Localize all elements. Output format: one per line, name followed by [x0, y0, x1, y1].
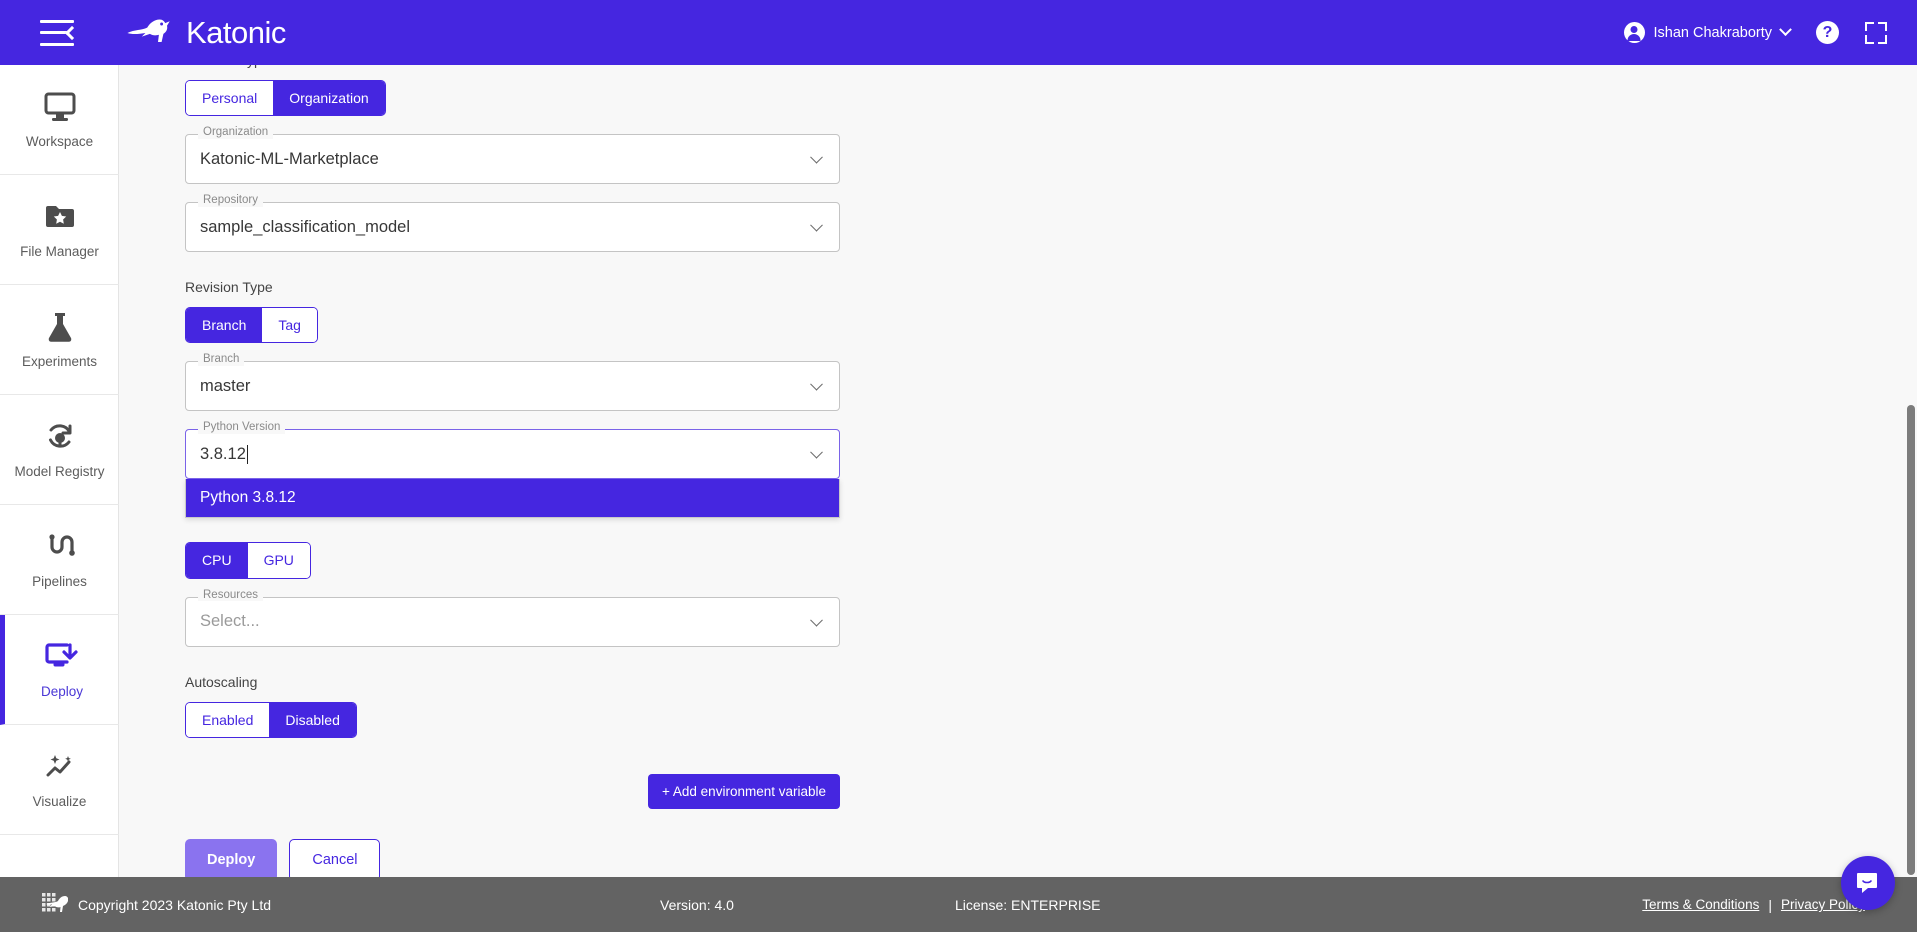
autoscaling-toggle[interactable]: Enabled Disabled — [185, 701, 357, 738]
chat-bubble-button[interactable] — [1841, 856, 1895, 910]
user-name: Ishan Chakraborty — [1653, 24, 1772, 41]
sidebar-item-label: Workspace — [25, 134, 94, 149]
sidebar-item-visualize[interactable]: Visualize — [0, 725, 119, 835]
katonic-footer-logo-icon — [42, 892, 68, 912]
sidebar-item-model-registry[interactable]: Model Registry — [0, 395, 119, 505]
chevron-down-icon — [1779, 23, 1792, 37]
organization-label: Organization — [198, 127, 274, 139]
kangaroo-logo-icon — [127, 19, 170, 42]
pipeline-icon — [45, 530, 75, 564]
repository-select[interactable]: Repository sample_classification_model — [185, 195, 840, 253]
account-type-option-personal[interactable]: Personal — [186, 81, 274, 116]
resources-label: Resources — [198, 589, 263, 602]
footer-copyright-text: Copyright 2023 Katonic Pty Ltd — [78, 896, 272, 913]
organization-select[interactable]: Organization Katonic-ML-Marketplace — [185, 127, 840, 185]
deploy-form: Account Type Personal Organization Organ… — [185, 65, 985, 877]
app-footer: Copyright 2023 Katonic Pty Ltd Version: … — [0, 877, 1917, 932]
brand-name: Katonic — [186, 14, 286, 50]
deploy-form-panel: Account Type Personal Organization Organ… — [119, 65, 1917, 877]
branch-select[interactable]: Branch master — [185, 354, 840, 412]
sidebar-item-label: Visualize — [32, 794, 87, 809]
cancel-button[interactable]: Cancel — [289, 838, 381, 877]
footer-links: Terms & Conditions | Privacy Policy — [1642, 897, 1865, 913]
revision-type-option-branch[interactable]: Branch — [186, 308, 263, 343]
chevron-down-icon — [810, 378, 823, 391]
python-version-label: Python Version — [198, 422, 286, 434]
branch-value: master — [200, 376, 251, 395]
app-header: Katonic Ishan Chakraborty ? — [0, 0, 1917, 65]
brand-logo-link[interactable]: Katonic — [122, 15, 286, 51]
footer-copyright-block: Copyright 2023 Katonic Pty Ltd — [42, 892, 271, 918]
python-version-dropdown: Python 3.8.12 — [185, 479, 840, 519]
compute-type-toggle[interactable]: CPU GPU — [185, 542, 311, 579]
vertical-scrollbar[interactable] — [1903, 65, 1917, 877]
text-caret — [246, 445, 248, 465]
sidebar-item-deploy[interactable]: Deploy — [0, 615, 119, 725]
python-version-input[interactable]: Python Version 3.8.12 — [185, 422, 840, 480]
sidebar-item-label: Experiments — [21, 354, 98, 369]
folder-star-icon — [44, 200, 76, 234]
revision-type-option-tag[interactable]: Tag — [262, 308, 317, 343]
account-type-option-organization[interactable]: Organization — [273, 81, 385, 116]
chevron-down-icon — [810, 613, 823, 627]
resources-select[interactable]: Resources Select... — [185, 589, 840, 647]
chat-bubble-icon — [1857, 873, 1877, 893]
account-type-toggle[interactable]: Personal Organization — [185, 80, 386, 117]
sidebar-item-label: File Manager — [20, 244, 99, 259]
account-type-label: Account Type — [185, 65, 985, 68]
autoscaling-option-enabled[interactable]: Enabled — [186, 702, 270, 737]
sidebar-item-label: Model Registry — [14, 464, 105, 479]
autoscaling-label: Autoscaling — [185, 673, 258, 690]
burger-bar — [40, 19, 74, 23]
repository-value: sample_classification_model — [200, 217, 411, 236]
revision-type-label: Revision Type — [185, 279, 273, 296]
sidebar-item-label: Pipelines — [32, 574, 87, 589]
help-icon[interactable]: ? — [1816, 21, 1839, 44]
scrollbar-thumb[interactable] — [1907, 405, 1915, 875]
sidebar-item-workspace[interactable]: Workspace — [0, 65, 119, 175]
deploy-button[interactable]: Deploy — [185, 838, 278, 877]
chevron-down-icon — [810, 446, 823, 459]
repository-label: Repository — [198, 195, 263, 207]
fullscreen-icon[interactable] — [1865, 21, 1887, 44]
autoscaling-option-disabled[interactable]: Disabled — [269, 702, 356, 737]
resources-value: Select... — [200, 612, 260, 631]
terms-and-conditions-link[interactable]: Terms & Conditions — [1642, 897, 1759, 912]
sidebar-item-experiments[interactable]: Experiments — [0, 285, 119, 395]
user-menu[interactable]: Ishan Chakraborty — [1623, 22, 1792, 43]
sidebar-item-file-manager[interactable]: File Manager — [0, 175, 119, 285]
footer-license: License: ENTERPRISE — [955, 896, 1101, 913]
sidebar-nav: Workspace File Manager Experiments Model… — [0, 65, 119, 877]
organization-value: Katonic-ML-Marketplace — [200, 149, 379, 168]
avatar — [1623, 22, 1645, 43]
burger-bar — [40, 42, 74, 46]
monitor-icon — [44, 90, 76, 124]
footer-version: Version: 4.0 — [660, 896, 734, 913]
add-environment-variable-button[interactable]: + Add environment variable — [648, 773, 840, 809]
python-version-value: 3.8.12 — [200, 445, 248, 465]
compute-type-option-cpu[interactable]: CPU — [186, 543, 248, 578]
collapse-arrow-icon — [64, 25, 80, 40]
python-version-option[interactable]: Python 3.8.12 — [186, 479, 839, 518]
model-registry-icon — [44, 420, 76, 454]
sparkle-chart-icon — [44, 750, 76, 784]
form-actions: Deploy Cancel — [185, 838, 985, 877]
compute-type-option-gpu[interactable]: GPU — [247, 543, 310, 578]
header-actions: Ishan Chakraborty ? — [1623, 21, 1887, 44]
footer-link-separator: | — [1768, 896, 1772, 913]
branch-label: Branch — [198, 354, 245, 366]
deploy-icon — [45, 640, 79, 674]
chevron-down-icon — [810, 151, 823, 164]
revision-type-toggle[interactable]: Branch Tag — [185, 307, 318, 344]
flask-icon — [45, 310, 75, 344]
add-env-row: + Add environment variable — [185, 773, 840, 809]
chevron-down-icon — [810, 219, 823, 232]
sidebar-item-pipelines[interactable]: Pipelines — [0, 505, 119, 615]
sidebar-item-label: Deploy — [40, 684, 84, 699]
hamburger-collapse-icon[interactable] — [40, 19, 80, 46]
